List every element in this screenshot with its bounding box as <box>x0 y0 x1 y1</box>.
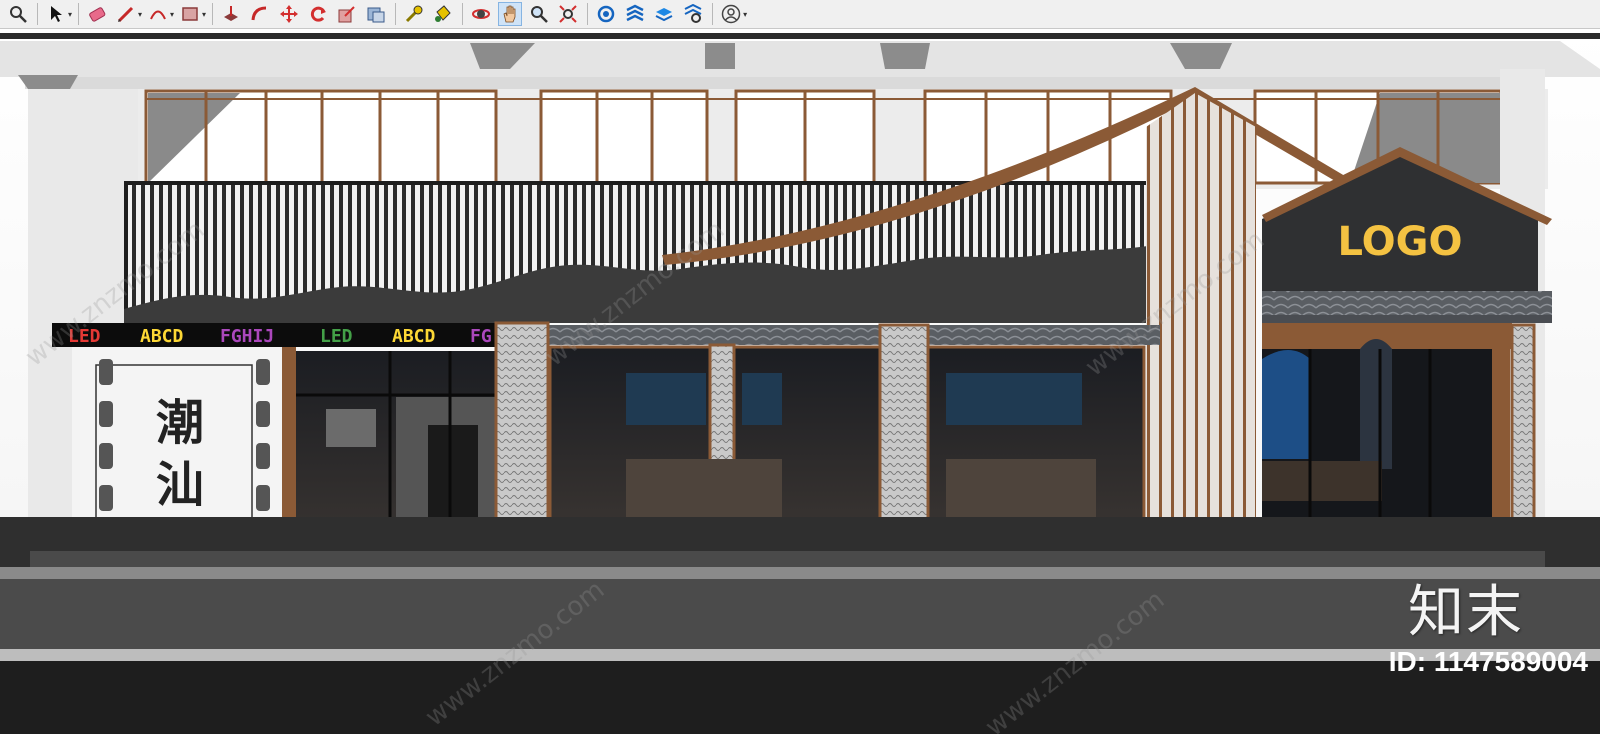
follow-me-icon[interactable] <box>248 2 272 26</box>
toolbar-separator <box>395 3 397 25</box>
zoom-extents-icon[interactable] <box>556 2 580 26</box>
scale-icon[interactable] <box>335 2 359 26</box>
pan-icon[interactable] <box>498 2 523 26</box>
led-text-2: ABCD <box>140 326 184 347</box>
plaque-char-1: 潮 <box>156 395 204 451</box>
toolbar-separator <box>712 3 714 25</box>
tape-measure-icon[interactable] <box>402 2 426 26</box>
extension-manager-icon[interactable] <box>681 2 705 26</box>
paint-bucket-icon[interactable] <box>431 2 455 26</box>
wooden-slat-pillar <box>1146 127 1256 557</box>
layout-icon[interactable] <box>652 2 676 26</box>
orbit-icon[interactable] <box>469 2 493 26</box>
extension-warehouse-icon[interactable] <box>623 2 647 26</box>
select-icon[interactable] <box>44 2 68 26</box>
move-icon[interactable] <box>277 2 301 26</box>
zoom-window-icon[interactable] <box>527 2 551 26</box>
warehouse-icon[interactable] <box>594 2 618 26</box>
chevron-down-icon[interactable]: ▾ <box>138 10 142 19</box>
led-text-3: FGHIJ <box>220 326 274 347</box>
led-sign: LED ABCD FGHIJ LED ABCD FG <box>52 323 500 347</box>
chevron-down-icon[interactable]: ▾ <box>170 10 174 19</box>
zoom-icon[interactable] <box>6 2 30 26</box>
toolbar-separator <box>212 3 214 25</box>
chevron-down-icon[interactable]: ▾ <box>743 10 747 19</box>
sketchup-toolbar: ▾ ▾ ▾ ▾ ▾ <box>0 0 1600 29</box>
rotate-icon[interactable] <box>306 2 330 26</box>
street <box>0 517 1600 734</box>
image-id-label: ID: 1147589004 <box>1388 646 1588 677</box>
toolbar-separator <box>37 3 38 25</box>
brand-watermark: 知末 <box>1408 580 1524 645</box>
pencil-icon[interactable] <box>114 2 138 26</box>
arc-icon[interactable] <box>146 2 170 26</box>
storefront-model: LOGO LED ABCD FGHIJ LED ABCD FG 潮 汕 <box>0 29 1600 734</box>
led-text-5: ABCD <box>392 326 436 347</box>
account-icon[interactable] <box>719 2 743 26</box>
offset-icon[interactable] <box>364 2 388 26</box>
plaque-char-2: 汕 <box>156 457 204 513</box>
rectangle-icon[interactable] <box>178 2 202 26</box>
toolbar-separator <box>587 3 589 25</box>
chevron-down-icon[interactable]: ▾ <box>202 10 206 19</box>
toolbar-separator <box>78 3 80 25</box>
push-pull-icon[interactable] <box>219 2 243 26</box>
toolbar-separator <box>462 3 464 25</box>
chevron-down-icon[interactable]: ▾ <box>68 10 72 19</box>
logo-text: LOGO <box>1338 219 1463 265</box>
led-text-6: FG <box>470 326 492 347</box>
model-viewport[interactable]: LOGO LED ABCD FGHIJ LED ABCD FG 潮 汕 www.… <box>0 29 1600 734</box>
eraser-icon[interactable] <box>85 2 109 26</box>
led-text-4: LED <box>320 326 353 347</box>
